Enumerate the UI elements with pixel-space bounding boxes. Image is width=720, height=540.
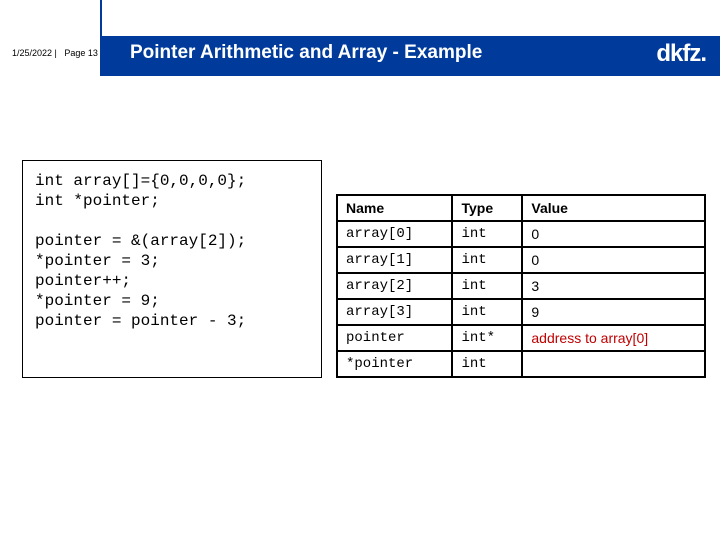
code-line: *pointer = 3; [35,252,160,270]
dkfz-logo: dkfz. [656,40,706,68]
table-wrap: Name Type Value array[0] int 0 array[1] … [336,160,706,378]
cell-name: array[1] [337,247,452,273]
cell-type: int* [452,325,522,351]
header-left-bg [0,0,100,76]
cell-type: int [452,299,522,325]
cell-value [522,351,705,377]
code-example: int array[]={0,0,0,0}; int *pointer; poi… [22,160,322,378]
table-header-row: Name Type Value [337,195,705,221]
cell-value: address to array[0] [522,325,705,351]
table-row: array[0] int 0 [337,221,705,247]
code-line: pointer++; [35,272,131,290]
cell-type: int [452,351,522,377]
table-row: *pointer int [337,351,705,377]
cell-name: array[2] [337,273,452,299]
cell-name: array[0] [337,221,452,247]
cell-type: int [452,247,522,273]
slide-date: 1/25/2022 | [12,48,57,58]
col-name: Name [337,195,452,221]
table-body: array[0] int 0 array[1] int 0 array[2] i… [337,221,705,377]
code-line: *pointer = 9; [35,292,160,310]
cell-name: *pointer [337,351,452,377]
slide-content: int array[]={0,0,0,0}; int *pointer; poi… [22,160,706,378]
code-line: int array[]={0,0,0,0}; [35,172,246,190]
table-row: pointer int* address to array[0] [337,325,705,351]
memory-table: Name Type Value array[0] int 0 array[1] … [336,194,706,378]
cell-name: array[3] [337,299,452,325]
code-line: pointer = pointer - 3; [35,312,246,330]
cell-value: 9 [522,299,705,325]
table-row: array[1] int 0 [337,247,705,273]
slide-page: Page 13 [64,48,98,58]
cell-type: int [452,273,522,299]
slide-title: Pointer Arithmetic and Array - Example [130,42,482,64]
cell-value: 0 [522,221,705,247]
col-value: Value [522,195,705,221]
cell-name: pointer [337,325,452,351]
code-line: int *pointer; [35,192,160,210]
table-row: array[3] int 9 [337,299,705,325]
header-divider [100,0,102,76]
table-row: array[2] int 3 [337,273,705,299]
slide-header: Diana Wald MBI 1/25/2022 | Page 13 Point… [0,0,720,76]
col-type: Type [452,195,522,221]
date-page: 1/25/2022 | Page 13 [12,48,98,58]
code-line: pointer = &(array[2]); [35,232,246,250]
cell-value: 3 [522,273,705,299]
cell-value: 0 [522,247,705,273]
cell-type: int [452,221,522,247]
